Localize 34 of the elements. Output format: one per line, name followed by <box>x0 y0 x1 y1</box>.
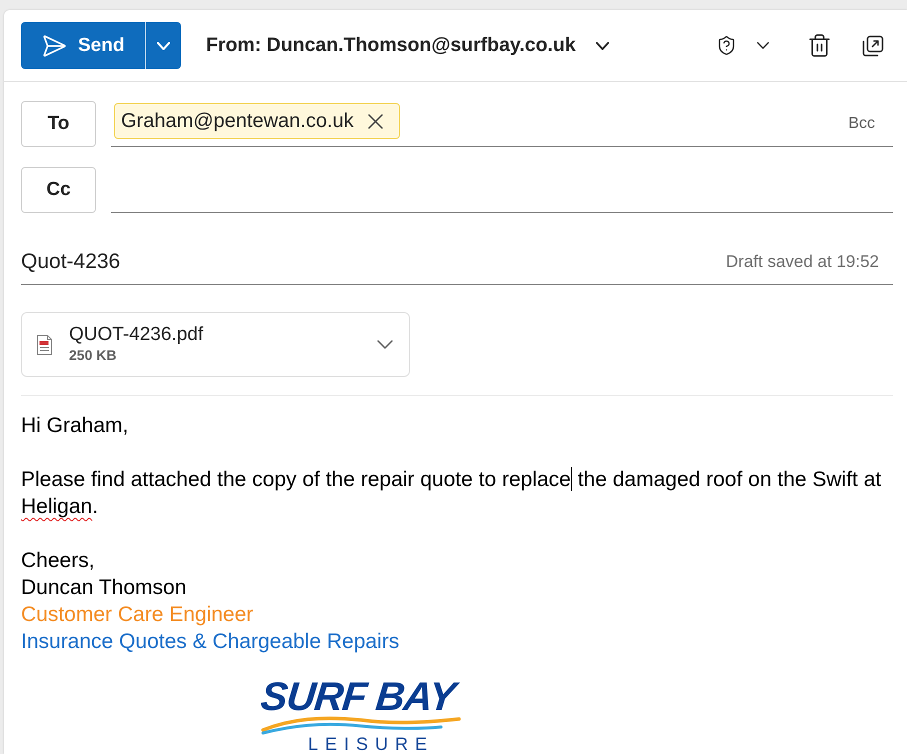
attachment-name: QUOT-4236.pdf <box>69 323 204 346</box>
signature-line: Insurance Quotes & Chargeable Repairs <box>21 629 400 655</box>
attachment-card[interactable]: QUOT-4236.pdf 250 KB <box>21 312 410 377</box>
trash-icon <box>807 33 832 58</box>
close-icon <box>368 114 383 128</box>
recipient-field[interactable]: Graham@pentewan.co.uk Bcc <box>111 101 893 147</box>
delete-button[interactable] <box>807 33 832 58</box>
body-paragraph: Please find attached the copy of the repair quote to replace the damaged roof on the Swift at Heligan. <box>21 466 882 520</box>
from-dropdown[interactable]: From: Duncan.Thomson@surfbay.co.uk <box>206 34 609 57</box>
caret-icon <box>757 42 769 49</box>
signature-line: Duncan Thomson <box>21 575 188 601</box>
shield-question-icon <box>716 35 737 56</box>
attachment-size: 250 KB <box>69 346 118 364</box>
recipient-button[interactable]: Cc <box>21 167 96 213</box>
recipient-button[interactable]: To <box>21 101 96 147</box>
text-cursor <box>570 467 572 491</box>
shield-menu-button[interactable] <box>716 35 769 56</box>
pop-out-icon <box>862 34 884 56</box>
logo-tagline: LEISURE <box>308 735 434 753</box>
send-icon <box>41 32 67 58</box>
recipient-chip[interactable]: Graham@pentewan.co.uk <box>114 103 400 139</box>
subject-field[interactable]: Quot-4236 <box>21 250 726 274</box>
closing-text: Cheers, <box>21 548 96 574</box>
signature-line: Customer Care Engineer <box>21 602 254 628</box>
greeting-text: Hi Graham, <box>21 413 130 439</box>
caret-icon <box>157 42 170 50</box>
pop-out-button[interactable] <box>862 34 884 56</box>
send-options-button[interactable] <box>145 22 181 69</box>
caret-icon <box>377 340 393 349</box>
caret-icon <box>596 42 609 50</box>
pdf-file-icon <box>37 334 52 354</box>
bcc-link[interactable]: Bcc <box>848 115 875 133</box>
send-button[interactable]: Send <box>21 22 145 69</box>
draft-status: Draft saved at 19:52 <box>726 252 879 272</box>
